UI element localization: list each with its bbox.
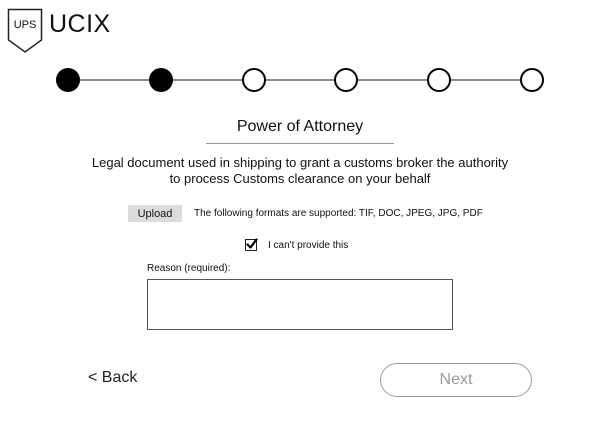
cannot-provide-checkbox[interactable] — [245, 238, 258, 251]
step-6-indicator — [520, 68, 544, 92]
cannot-provide-label: I can't provide this — [268, 239, 349, 251]
supported-formats-text: The following formats are supported: TIF… — [194, 208, 483, 219]
upload-row: Upload The following formats are support… — [128, 205, 483, 222]
checkmark-icon — [246, 238, 258, 249]
step-4-indicator — [334, 68, 359, 92]
page-title: Power of Attorney — [236, 118, 364, 135]
brand-name: UCIX — [49, 10, 111, 38]
progress-stepper — [56, 68, 544, 92]
title-underline — [206, 143, 394, 144]
step-3-indicator — [241, 68, 266, 92]
ups-shield-icon: UPS — [7, 8, 43, 53]
reason-label: Reason (required): — [147, 263, 231, 274]
back-button[interactable]: < Back — [88, 369, 137, 387]
cannot-provide-row[interactable]: I can't provide this — [245, 238, 349, 251]
step-5-indicator — [427, 68, 452, 92]
step-1-indicator — [56, 68, 80, 92]
next-button[interactable]: Next — [380, 363, 532, 397]
step-connector — [80, 79, 149, 81]
app-logo: UPS UCIX — [7, 8, 111, 54]
reason-textarea[interactable] — [147, 279, 453, 330]
step-connector — [451, 79, 520, 81]
logo-text: UPS — [14, 19, 37, 31]
step-connector — [172, 79, 242, 81]
upload-button[interactable]: Upload — [128, 205, 182, 222]
step-connector — [265, 79, 335, 81]
page-description: Legal document used in shipping to grant… — [91, 155, 509, 186]
step-2-indicator — [148, 68, 173, 92]
step-connector — [358, 79, 428, 81]
